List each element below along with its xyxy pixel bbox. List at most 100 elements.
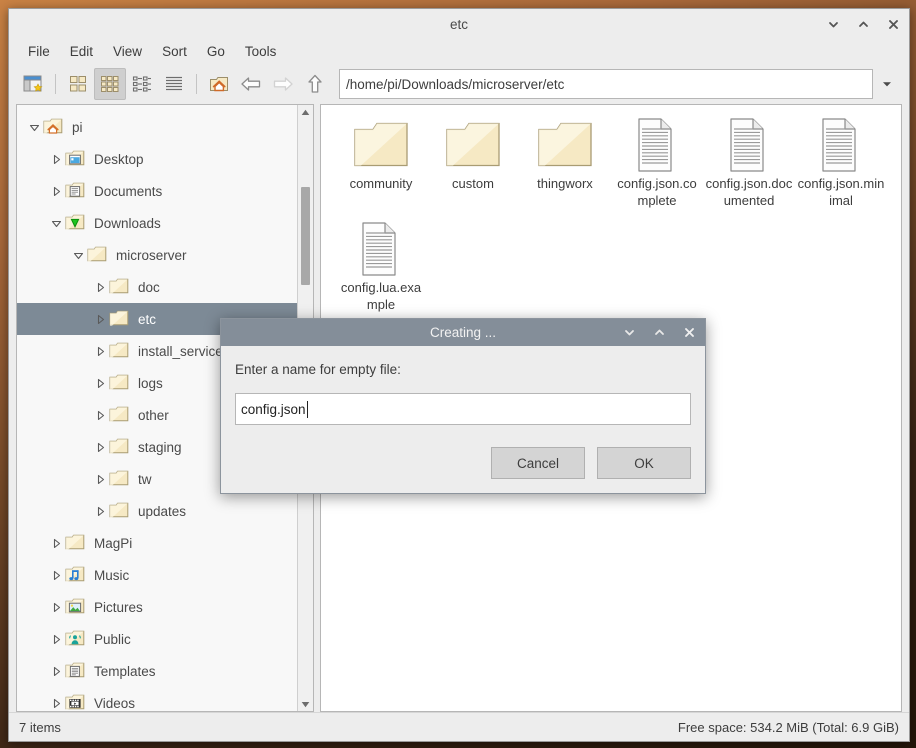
triangle-down-icon[interactable] (49, 216, 63, 230)
dialog-close-button[interactable] (681, 325, 697, 341)
triangle-right-icon[interactable] (49, 568, 63, 582)
view-large-icons-button[interactable] (62, 68, 94, 100)
text-caret (306, 400, 308, 418)
path-dropdown-button[interactable] (873, 70, 901, 98)
downloads-folder-icon (65, 214, 87, 232)
sidebar-item-desktop[interactable]: Desktop (17, 143, 297, 175)
dialog-maximize-button[interactable] (651, 325, 667, 341)
minimize-button[interactable] (825, 16, 841, 32)
sidebar-item-label: tw (138, 471, 152, 487)
sidebar-item-templates[interactable]: Templates (17, 655, 297, 687)
file-name-input-value: config.json (241, 401, 306, 417)
back-button[interactable] (235, 68, 267, 100)
folder-icon (109, 470, 131, 488)
folder-icon (109, 406, 131, 424)
sidebar-item-label: Documents (94, 183, 163, 199)
menu-go[interactable]: Go (197, 42, 235, 61)
triangle-right-icon[interactable] (93, 408, 107, 422)
sidebar-item-microserver[interactable]: microserver (17, 239, 297, 271)
triangle-right-icon[interactable] (93, 504, 107, 518)
view-compact-list-button[interactable] (126, 68, 158, 100)
menu-file[interactable]: File (18, 42, 60, 61)
triangle-right-icon[interactable] (49, 536, 63, 550)
file-name-label: community (349, 176, 413, 191)
file-item[interactable]: config.json.minimal (795, 115, 887, 209)
home-button[interactable] (203, 68, 235, 100)
folder-item[interactable]: community (335, 115, 427, 209)
sidebar-item-music[interactable]: Music (17, 559, 297, 591)
folder-icon (109, 310, 131, 328)
sidebar-item-downloads[interactable]: Downloads (17, 207, 297, 239)
sidebar-item-magpi[interactable]: MagPi (17, 527, 297, 559)
menu-view[interactable]: View (103, 42, 152, 61)
sidebar-item-label: Music (94, 567, 130, 583)
file-item[interactable]: config.lua.example (335, 219, 427, 313)
sidebar-item-label: staging (138, 439, 182, 455)
file-item[interactable]: config.json.documented (703, 115, 795, 209)
folder-icon (87, 246, 109, 264)
sidebar-item-videos[interactable]: Videos (17, 687, 297, 711)
path-input[interactable]: /home/pi/Downloads/microserver/etc (339, 69, 873, 99)
create-file-dialog: Creating ... Enter a name for empty file… (220, 318, 706, 494)
music-folder-icon (65, 566, 87, 584)
sidebar-item-doc[interactable]: doc (17, 271, 297, 303)
triangle-down-icon[interactable] (71, 248, 85, 262)
view-detailed-list-button[interactable] (158, 68, 190, 100)
sidebar-item-pictures[interactable]: Pictures (17, 591, 297, 623)
sidebar-item-pi[interactable]: pi (17, 111, 297, 143)
view-thumbnails-button[interactable] (94, 68, 126, 100)
sidebar-item-updates[interactable]: updates (17, 495, 297, 527)
triangle-right-icon[interactable] (93, 344, 107, 358)
toolbar: /home/pi/Downloads/microserver/etc (9, 64, 909, 104)
sidebar-item-public[interactable]: Public (17, 623, 297, 655)
triangle-right-icon[interactable] (93, 280, 107, 294)
triangle-right-icon[interactable] (49, 664, 63, 678)
menu-edit[interactable]: Edit (60, 42, 103, 61)
dialog-prompt-label: Enter a name for empty file: (235, 362, 401, 377)
folder-icon (109, 374, 131, 392)
triangle-right-icon[interactable] (49, 600, 63, 614)
sidebar-item-documents[interactable]: Documents (17, 175, 297, 207)
sidebar-item-label: Public (94, 631, 131, 647)
triangle-right-icon[interactable] (93, 472, 107, 486)
sidebar-item-label: Videos (94, 695, 136, 711)
maximize-button[interactable] (855, 16, 871, 32)
triangle-right-icon[interactable] (49, 184, 63, 198)
home-folder-icon (43, 118, 65, 136)
sidebar-item-label: etc (138, 311, 157, 327)
file-item[interactable]: config.json.complete (611, 115, 703, 209)
triangle-right-icon[interactable] (49, 696, 63, 710)
triangle-right-icon[interactable] (93, 440, 107, 454)
file-name-input[interactable]: config.json (235, 393, 691, 425)
triangle-down-icon[interactable] (27, 120, 41, 134)
file-name-label: config.json.documented (705, 176, 793, 208)
templates-folder-icon (65, 662, 87, 680)
folder-item[interactable]: custom (427, 115, 519, 209)
scroll-down-button[interactable] (298, 697, 313, 711)
free-space-label: Free space: 534.2 MiB (Total: 6.9 GiB) (677, 719, 899, 735)
forward-button (267, 68, 299, 100)
triangle-right-icon[interactable] (93, 312, 107, 326)
folder-item[interactable]: thingworx (519, 115, 611, 209)
new-tab-button[interactable] (17, 68, 49, 100)
triangle-right-icon[interactable] (49, 632, 63, 646)
sidebar-item-label: microserver (116, 247, 187, 263)
scrollbar-thumb[interactable] (301, 187, 310, 285)
document-icon (726, 115, 772, 175)
menu-tools[interactable]: Tools (235, 42, 287, 61)
dialog-minimize-button[interactable] (621, 325, 637, 341)
folder-icon (353, 115, 409, 175)
cancel-button[interactable]: Cancel (491, 447, 585, 479)
triangle-right-icon[interactable] (49, 152, 63, 166)
triangle-right-icon[interactable] (93, 376, 107, 390)
toolbar-separator-2 (196, 74, 197, 94)
path-bar: /home/pi/Downloads/microserver/etc (339, 69, 901, 99)
folder-icon (109, 278, 131, 296)
scroll-up-button[interactable] (298, 105, 313, 119)
menu-sort[interactable]: Sort (152, 42, 197, 61)
folder-icon (109, 502, 131, 520)
close-button[interactable] (885, 16, 901, 32)
ok-button[interactable]: OK (597, 447, 691, 479)
up-button[interactable] (299, 68, 331, 100)
dialog-window-controls (621, 319, 697, 346)
